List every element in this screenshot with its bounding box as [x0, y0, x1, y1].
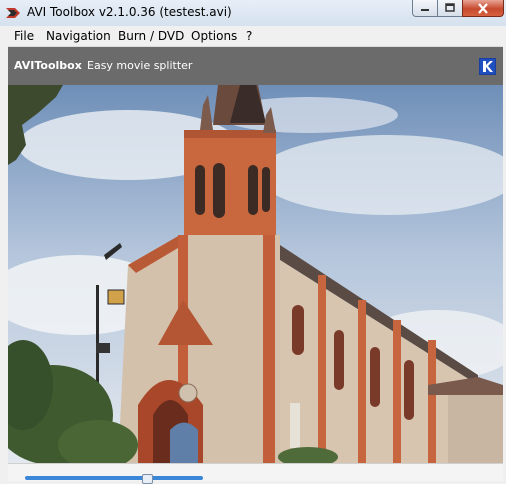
- menu-bar: File Navigation Burn / DVD Options ?: [0, 26, 506, 47]
- close-button[interactable]: [462, 0, 504, 17]
- menu-options[interactable]: Options: [191, 29, 237, 43]
- slider-thumb[interactable]: [142, 474, 153, 484]
- window-frame-left: [0, 46, 8, 480]
- avi-toolbox-app-icon: [6, 8, 20, 18]
- title-bar[interactable]: AVI Toolbox v2.1.0.36 (testest.avi): [0, 0, 506, 27]
- window-title: AVI Toolbox v2.1.0.36 (testest.avi): [27, 5, 232, 19]
- minimize-icon: [421, 9, 429, 11]
- menu-file[interactable]: File: [14, 29, 34, 43]
- video-frame-image: [8, 85, 503, 463]
- position-slider[interactable]: [8, 463, 503, 484]
- app-name: AVIToolbox: [14, 59, 82, 72]
- slider-fill: [25, 476, 203, 480]
- avitoolbox-logo-icon[interactable]: [479, 58, 496, 75]
- menu-help[interactable]: ?: [246, 29, 252, 43]
- close-icon: [478, 2, 488, 14]
- app-header: AVIToolbox Easy movie splitter: [8, 47, 503, 85]
- minimize-button[interactable]: [412, 0, 438, 17]
- video-preview[interactable]: [8, 85, 503, 463]
- menu-navigation[interactable]: Navigation: [46, 29, 111, 43]
- app-subtitle: Easy movie splitter: [87, 59, 193, 72]
- maximize-button[interactable]: [437, 0, 463, 17]
- menu-burn-dvd[interactable]: Burn / DVD: [118, 29, 184, 43]
- maximize-icon: [445, 3, 455, 12]
